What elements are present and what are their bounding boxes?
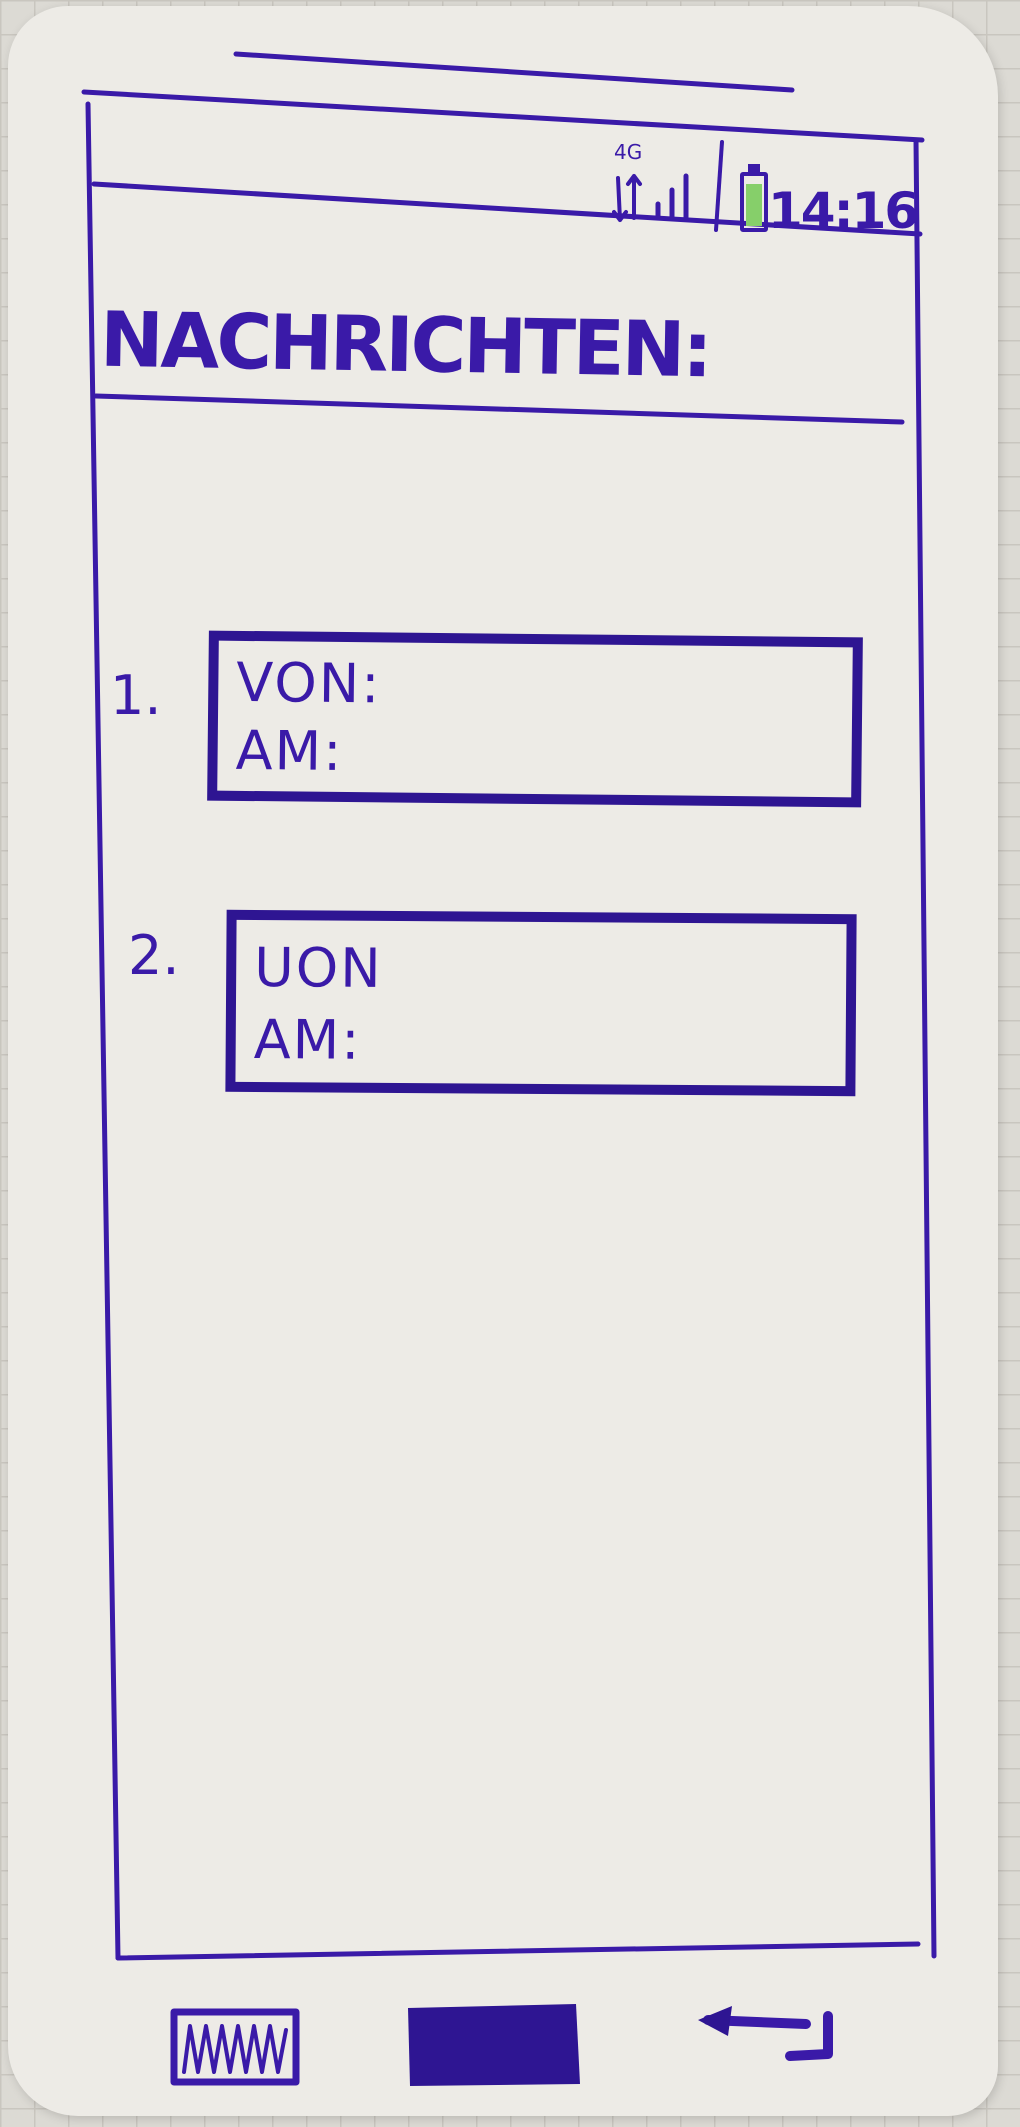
- recent-apps-icon[interactable]: [168, 2006, 304, 2092]
- battery-tip: [748, 164, 760, 172]
- message-from-label: UON: [254, 935, 383, 1000]
- signal-icon: [612, 173, 689, 222]
- message-date-label: AM:: [253, 1007, 362, 1072]
- battery-icon: [740, 172, 768, 232]
- message-number: 1.: [110, 664, 162, 727]
- network-type: 4G: [614, 140, 643, 164]
- message-number: 2.: [128, 924, 180, 987]
- page-title: NACHRICHTEN:: [99, 294, 711, 395]
- message-date-label: AM:: [235, 718, 344, 783]
- message-item-2[interactable]: UON AM:: [225, 909, 857, 1097]
- battery-level: [746, 184, 762, 226]
- home-icon[interactable]: [404, 2000, 582, 2090]
- back-icon[interactable]: [694, 2002, 844, 2068]
- message-item-1[interactable]: VON: AM:: [207, 630, 863, 808]
- message-from-label: VON:: [236, 650, 382, 716]
- status-time: 14:16: [768, 182, 919, 240]
